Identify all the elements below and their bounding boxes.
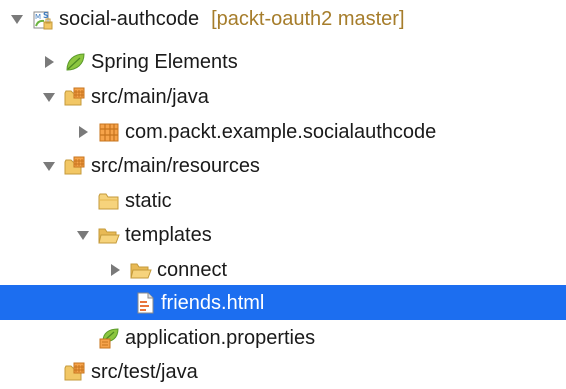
- source-folder-icon: [64, 361, 86, 383]
- git-branch-decoration: [packt-oauth2 master]: [211, 8, 405, 30]
- expand-toggle-expanded-icon[interactable]: [10, 12, 24, 26]
- spring-properties-icon: [98, 327, 120, 349]
- tree-item-label: Spring Elements: [91, 51, 238, 73]
- project-explorer-tree: M S social-authcode [packt-oauth2 master…: [0, 0, 566, 389]
- project-name: social-authcode: [59, 8, 200, 30]
- package-icon: [98, 121, 120, 143]
- expand-toggle-collapsed-icon[interactable]: [42, 55, 56, 69]
- svg-text:M: M: [35, 13, 41, 21]
- tree-item-label: src/main/java: [91, 86, 209, 108]
- expand-toggle-expanded-icon[interactable]: [76, 228, 90, 242]
- tree-item-application-properties[interactable]: application.properties: [0, 321, 566, 355]
- tree-item-label: templates: [125, 224, 212, 246]
- tree-item-templates[interactable]: templates: [0, 218, 566, 252]
- expand-toggle-collapsed-icon[interactable]: [76, 125, 90, 139]
- tree-item-label: src/main/resources: [91, 155, 260, 177]
- expand-toggle-expanded-icon[interactable]: [42, 159, 56, 173]
- tree-item-label: connect: [157, 259, 228, 281]
- tree-item-label: application.properties: [125, 327, 316, 349]
- tree-item-label: static: [125, 190, 172, 212]
- tree-item-spring-elements[interactable]: Spring Elements: [0, 45, 566, 79]
- tree-item-src-main-java[interactable]: src/main/java: [0, 80, 566, 114]
- tree-item-connect[interactable]: connect: [0, 253, 566, 287]
- tree-item-label: friends.html: [161, 291, 265, 314]
- tree-item-src-main-resources[interactable]: src/main/resources: [0, 149, 566, 183]
- expand-toggle-collapsed-icon[interactable]: [108, 263, 122, 277]
- tree-item-project[interactable]: M S social-authcode [packt-oauth2 master…: [0, 2, 566, 36]
- expand-toggle-expanded-icon[interactable]: [42, 90, 56, 104]
- tree-item-label: com.packt.example.socialauthcode: [125, 121, 437, 143]
- spring-project-icon: M S: [32, 8, 54, 30]
- html-file-icon: [134, 292, 156, 314]
- folder-icon: [98, 190, 120, 212]
- source-folder-icon: [64, 155, 86, 177]
- tree-item-src-test-java[interactable]: src/test/java: [0, 355, 566, 389]
- source-folder-icon: [64, 86, 86, 108]
- folder-icon: [130, 259, 152, 281]
- folder-open-icon: [98, 224, 120, 246]
- tree-item-label: src/test/java: [91, 361, 198, 383]
- tree-item-friends-html[interactable]: friends.html: [0, 285, 566, 320]
- spring-leaf-icon: [64, 51, 86, 73]
- tree-item-static[interactable]: static: [0, 184, 566, 218]
- tree-item-package[interactable]: com.packt.example.socialauthcode: [0, 115, 566, 149]
